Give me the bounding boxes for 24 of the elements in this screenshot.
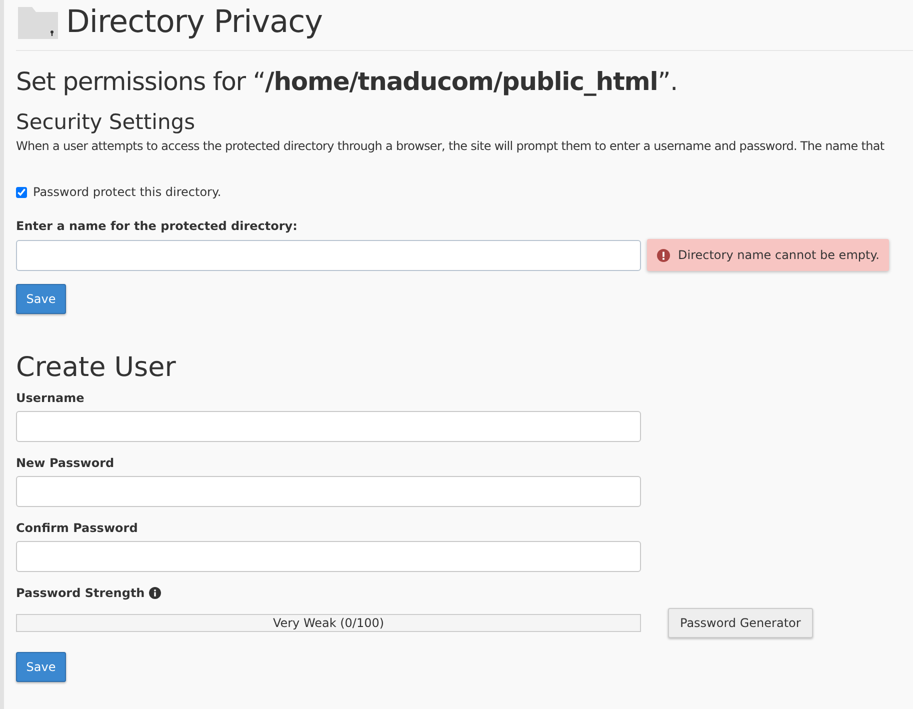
checkbox-label: Password protect this directory.: [33, 185, 222, 199]
directory-name-field[interactable]: [16, 240, 641, 270]
field-label: Confirm Password: [16, 521, 138, 535]
section-heading: Create User: [16, 352, 176, 383]
page-title: Directory Privacy: [66, 4, 322, 40]
input-field[interactable]: [16, 411, 641, 442]
save-button[interactable]: Save: [16, 284, 66, 314]
folder-lock-icon: [16, 5, 60, 41]
protect-checkbox[interactable]: [16, 186, 27, 198]
info-icon[interactable]: [148, 587, 161, 599]
input-field[interactable]: [16, 476, 641, 507]
description-text: When a user attempts to access the protected directory through a browser, the site will prompt them to enter a username and password. The name that: [16, 139, 884, 153]
section-heading: Security Settings: [16, 110, 196, 134]
error-message: Directory name cannot be empty.: [647, 239, 890, 271]
password-generator-button[interactable]: Password Generator: [668, 608, 813, 638]
input-field[interactable]: [16, 541, 641, 572]
field-label: New Password: [16, 456, 114, 470]
permissions-heading: Set permissions for “/home/tnaducom/public_html”.: [16, 67, 678, 96]
field-label: Enter a name for the protected directory:: [16, 219, 298, 233]
error-icon: [657, 248, 670, 262]
strength-reading: Very Weak (0/100): [272, 616, 384, 630]
field-label: Password Strength: [16, 586, 145, 600]
field-label: Username: [16, 391, 84, 405]
save-button[interactable]: Save: [16, 652, 66, 682]
